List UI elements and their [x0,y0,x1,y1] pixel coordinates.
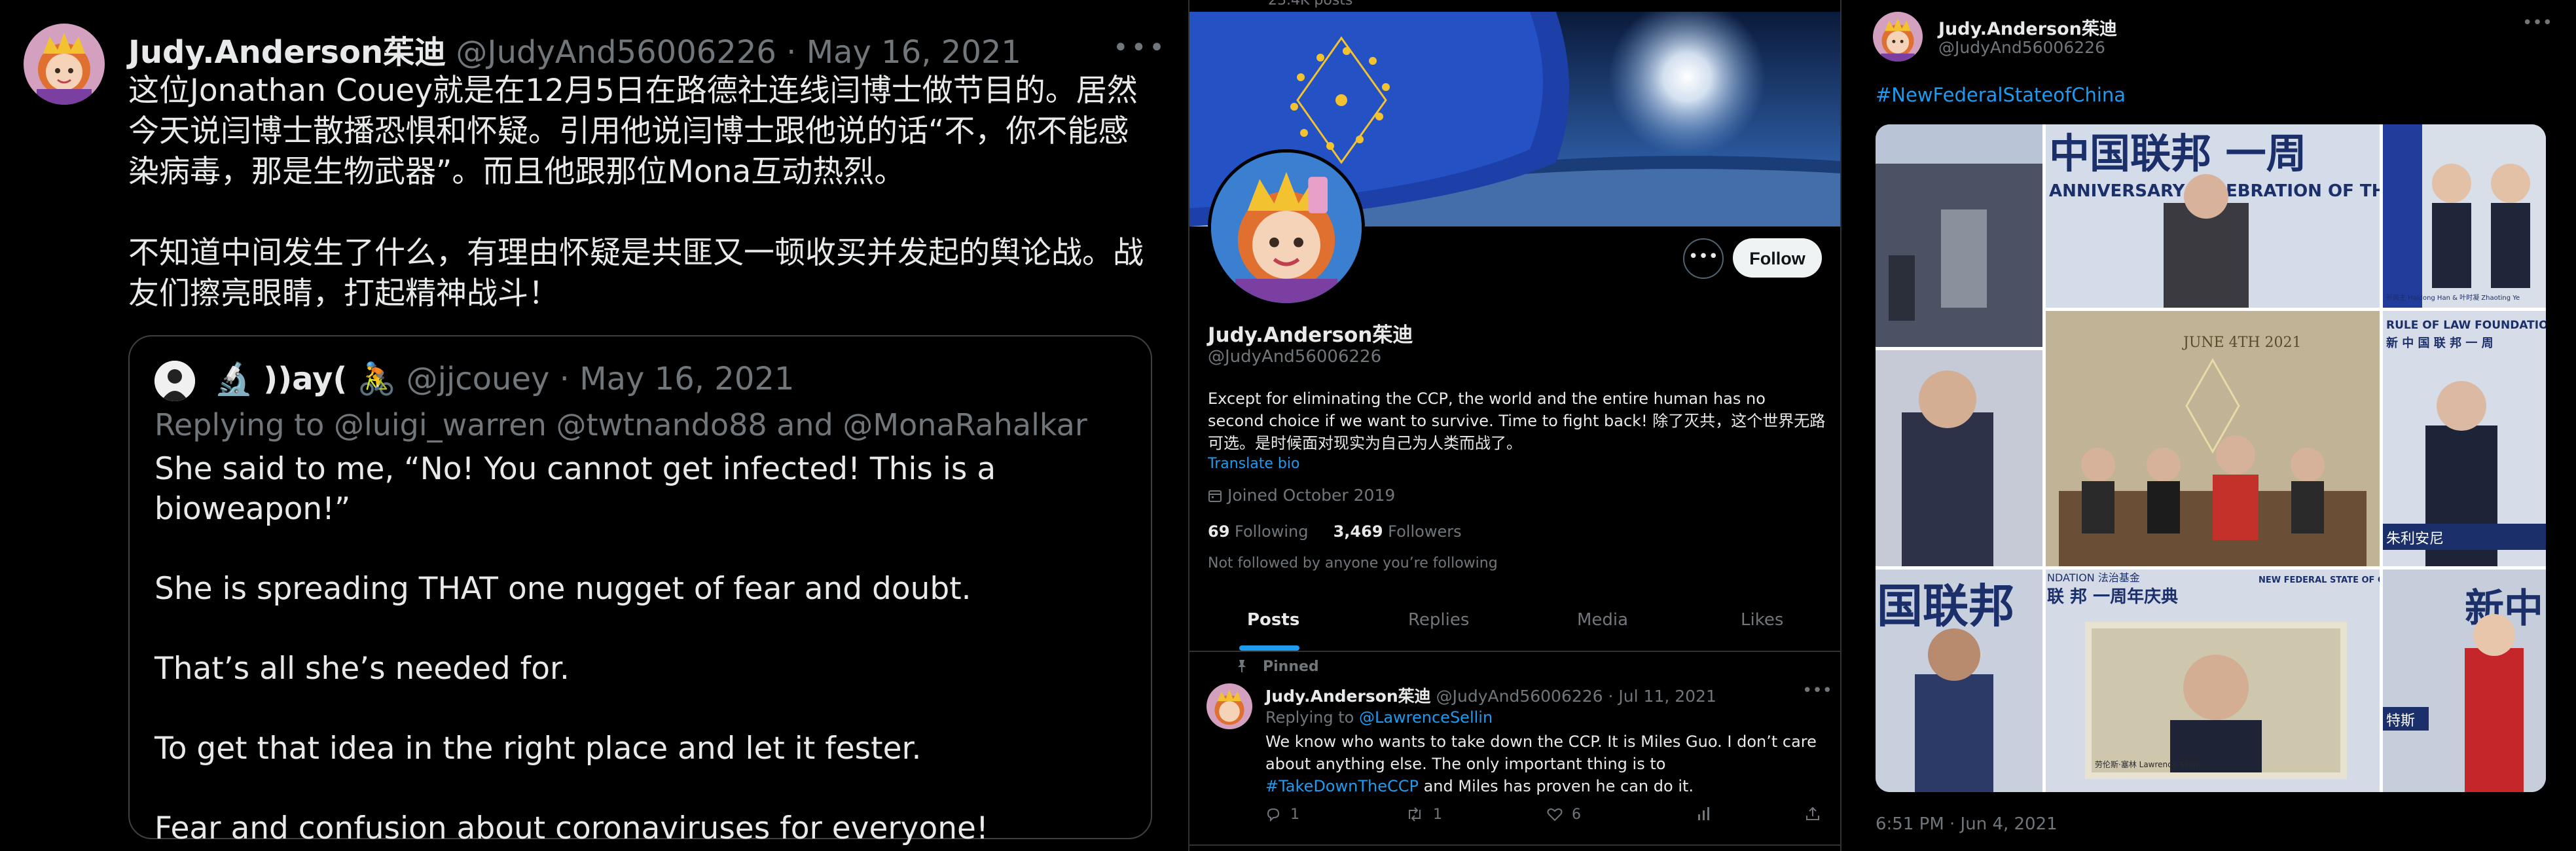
tweet-image-collage[interactable]: 中国联邦 一周 ANNIVERSARY CELEBRATION OF THE I… [1876,124,2546,792]
pinned-replying-to: Replying to @LawrenceSellin [1265,708,1493,727]
tweet-actions: 1 1 6 [1265,806,1828,833]
tweet-text: 这位Jonathan Couey就是在12月5日在路德社连线闫博士做节目的。居然… [128,73,1144,312]
caption-top-right: 新闻主 Haidong Han & 叶时凝 Zhaoting Ye [2386,293,2520,302]
following-label: Following [1235,522,1309,541]
following-link[interactable]: 69 Following [1208,522,1308,541]
more-options-icon[interactable]: ••• [2522,13,2552,33]
tweet-timestamp[interactable]: 6:51 PM · Jun 4, 2021 [1876,814,2058,834]
heart-icon [1547,807,1563,822]
translate-bio-link[interactable]: Translate bio [1208,456,1299,472]
follow-stats: 69 Following 3,469 Followers [1208,522,1462,541]
tweet-avatar[interactable] [1206,683,1252,729]
like-action[interactable]: 6 [1547,806,1581,823]
followers-count: 3,469 [1333,522,1383,541]
reply-action[interactable]: 1 [1265,806,1299,823]
media-tweet-panel: Judy.Anderson茱迪 @JudyAnd56006226 ••• #Ne… [1840,0,2576,851]
following-count: 69 [1208,522,1230,541]
microscope-icon: 🔬 [214,361,254,397]
retweet-icon [1406,807,1424,822]
quoted-author-name[interactable]: ))ay( [263,361,347,397]
replying-mention[interactable]: @LawrenceSellin [1359,708,1493,727]
rule-of-law-text: RULE OF LAW FOUNDATION [2386,319,2546,332]
pinned-text-a: We know who wants to take down the CCP. … [1265,733,1817,773]
hashtag-link[interactable]: #NewFederalStateofChina [1876,84,2126,106]
hashtag-link[interactable]: #TakeDownTheCCP [1265,777,1419,795]
author-name[interactable]: Judy.Anderson茱迪 [128,34,446,71]
pinned-text-b: and Miles has proven he can do it. [1418,777,1694,795]
like-count: 6 [1572,806,1581,823]
tab-likes[interactable]: Likes [1741,610,1783,630]
quoted-tweet-date[interactable]: · May 16, 2021 [560,361,795,397]
mid-banner-text: 新 中 国 联 邦 一 周 [2386,336,2494,350]
cyclist-icon: 🚴 [357,361,397,397]
pin-icon [1235,659,1248,673]
author-name[interactable]: Judy.Anderson茱迪 [1938,14,2117,40]
quoted-author-handle[interactable]: @jjcouey [407,361,550,397]
quoted-tweet[interactable]: 🔬 ))ay( 🚴 @jjcouey · May 16, 2021 Replyi… [128,335,1152,846]
name-caption-right: 朱利安尼 [2386,531,2444,547]
profile-bio: Except for eliminating the CCP, the worl… [1208,389,1826,452]
analytics-icon[interactable] [1696,806,1712,821]
more-options-icon[interactable]: ••• [1802,681,1832,700]
pinned-tweet-text: We know who wants to take down the CCP. … [1265,731,1822,797]
name-caption-bottom-right: 特斯 [2386,713,2415,729]
pinned-author-name[interactable]: Judy.Anderson茱迪 [1265,687,1431,706]
pinned-author-handle[interactable]: @JudyAnd56006226 · Jul 11, 2021 [1436,687,1716,706]
more-options-button[interactable]: ••• [1683,238,1724,279]
reply-icon [1265,807,1281,822]
avatar[interactable] [24,24,105,105]
not-followed-note: Not followed by anyone you’re following [1208,555,1498,571]
quoted-tweet-text: She said to me, “No! You cannot get infe… [154,451,996,846]
more-options-icon[interactable]: ••• [1113,33,1167,63]
quote-tweet-panel: Judy.Anderson茱迪 @JudyAnd56006226 · May 1… [0,0,1188,851]
profile-avatar[interactable] [1208,149,1365,306]
retweet-action[interactable]: 1 [1406,806,1442,823]
share-icon[interactable] [1805,806,1821,821]
tab-media[interactable]: Media [1577,610,1628,630]
post-count: 23.4K posts [1268,0,1353,9]
replying-mentions[interactable]: @luigi_warren @twtnando88 and @MonaRahal… [334,407,1087,443]
joined-text: Joined October 2019 [1227,486,1396,505]
quoted-tweet-header: 🔬 ))ay( 🚴 @jjcouey · May 16, 2021 [154,360,794,401]
quoted-avatar [154,361,195,401]
banner-text-top: 中国联邦 一周 [2049,130,2307,177]
bottom-left-text: 国联邦 [1877,579,2014,633]
author-handle[interactable]: @JudyAnd56006226 [1938,38,2105,57]
profile-panel: 23.4K posts ••• Follow Judy.Anderson茱迪 @… [1188,0,1840,851]
tweet-date[interactable]: · May 16, 2021 [786,34,1021,71]
profile-tabs: Posts Replies Media Likes [1189,590,1840,652]
profile-name: Judy.Anderson茱迪 [1208,323,1413,347]
followers-link[interactable]: 3,469 Followers [1333,522,1462,541]
profile-handle: @JudyAnd56006226 [1208,347,1382,367]
replying-prefix: Replying to [154,407,325,443]
june-text: JUNE 4TH 2021 [2182,335,2302,351]
joined-date: Joined October 2019 [1208,486,1395,505]
bottom-banner-text: 联 邦 一周年庆典 [2047,587,2178,607]
author-handle[interactable]: @JudyAnd56006226 [456,34,776,71]
tab-posts[interactable]: Posts [1247,610,1299,630]
pinned-label: Pinned [1263,659,1319,675]
avatar[interactable] [1873,12,1923,62]
divider [1189,844,1840,846]
reply-count: 1 [1290,806,1299,823]
active-tab-indicator [1239,645,1299,651]
tab-replies[interactable]: Replies [1408,610,1469,630]
replying-to: Replying to @luigi_warren @twtnando88 an… [154,407,1087,443]
calendar-icon [1208,488,1222,503]
lawrence-caption: 劳伦斯·塞林 Lawrence Sellin [2095,759,2201,769]
tweet-header: Judy.Anderson茱迪 @JudyAnd56006226 · May 1… [128,26,1021,72]
pinned-tweet-header: Judy.Anderson茱迪 @JudyAnd56006226 · Jul 1… [1265,683,1716,707]
replying-prefix: Replying to [1265,708,1354,727]
followers-label: Followers [1388,522,1462,541]
retweet-count: 1 [1433,806,1442,823]
follow-button[interactable]: Follow [1733,238,1822,278]
foundation-text: NDATION 法治基金 [2047,571,2140,584]
